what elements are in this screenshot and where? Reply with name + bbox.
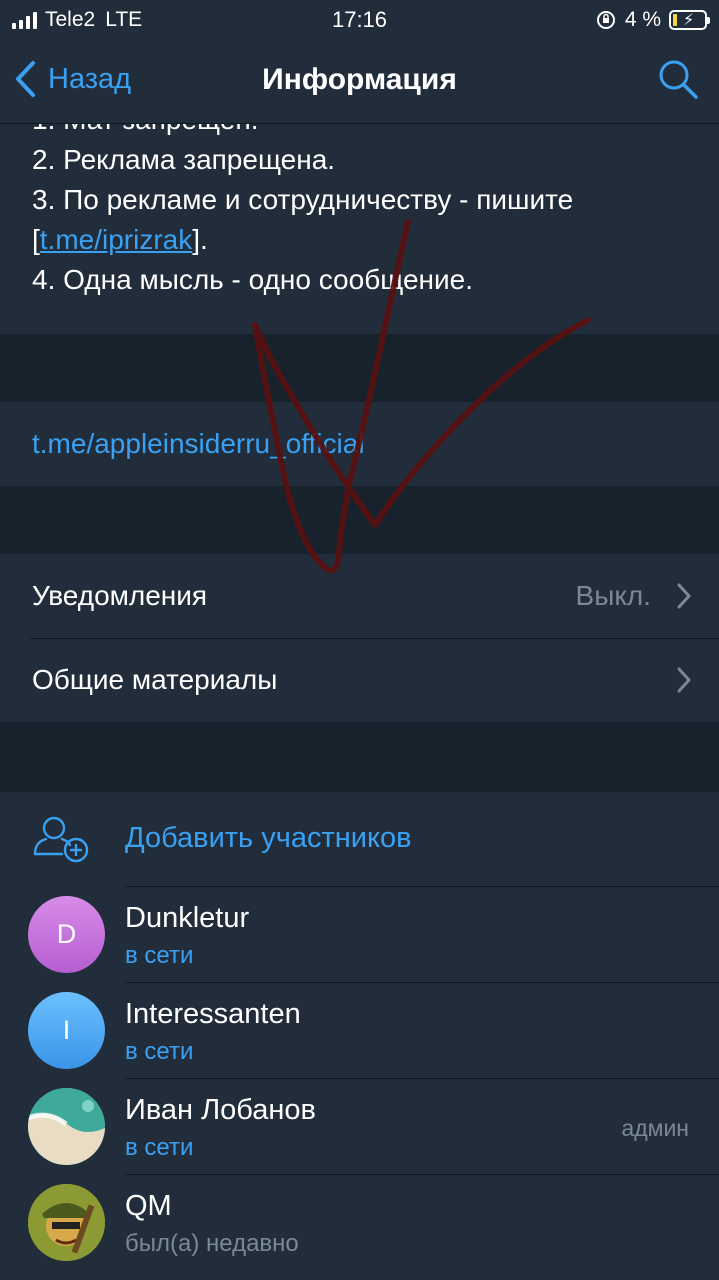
notifications-label: Уведомления xyxy=(32,580,208,611)
avatar-initial: D xyxy=(56,919,77,949)
member-status: в сети xyxy=(125,1038,194,1065)
bracket-open: [ xyxy=(32,224,40,255)
avatar-initial: I xyxy=(62,1015,71,1045)
add-members-label: Добавить участников xyxy=(125,822,412,854)
status-bar: Tele2 LTE 17:16 4 % ⚡ xyxy=(0,0,719,40)
beach-photo-icon xyxy=(28,1088,105,1165)
shared-media-label: Общие материалы xyxy=(32,664,278,695)
member-status: был(а) недавно xyxy=(125,1230,299,1257)
channel-link[interactable]: t.me/appleinsiderru_official xyxy=(0,402,719,486)
avatar: I xyxy=(28,992,105,1069)
member-row[interactable]: I Interessanten в сети xyxy=(0,982,719,1078)
admin-badge: админ xyxy=(621,1115,689,1141)
group-description: 1. Мат запрещен. 2. Реклама запрещена. 3… xyxy=(0,124,719,334)
member-row[interactable]: QM был(а) недавно xyxy=(0,1174,719,1270)
member-name: QM xyxy=(125,1190,172,1222)
chevron-right-icon xyxy=(677,667,691,693)
members-section: Добавить участников D Dunkletur в сети I… xyxy=(0,792,719,1280)
chevron-right-icon xyxy=(677,583,691,609)
member-status: в сети xyxy=(125,942,194,969)
contact-link[interactable]: t.me/iprizrak xyxy=(40,224,192,255)
rule-line-3: 3. По рекламе и сотрудничеству - пишите xyxy=(32,184,574,215)
search-icon[interactable] xyxy=(657,58,699,100)
member-row[interactable]: D Dunkletur в сети xyxy=(0,886,719,982)
member-name: Interessanten xyxy=(125,998,301,1030)
add-user-icon xyxy=(33,816,89,863)
rule-line-4: 4. Одна мысль - одно сообщение. xyxy=(32,264,473,295)
nav-bar: Назад Информация xyxy=(0,40,719,124)
notifications-row[interactable]: Уведомления Выкл. xyxy=(0,554,719,638)
bracket-close: ]. xyxy=(192,224,208,255)
settings-section: Уведомления Выкл. Общие материалы xyxy=(0,554,719,722)
cartoon-avatar-icon xyxy=(28,1184,105,1261)
avatar: D xyxy=(28,896,105,973)
section-gap xyxy=(0,334,719,402)
member-name: Dunkletur xyxy=(125,902,250,934)
shared-media-row[interactable]: Общие материалы xyxy=(0,638,719,722)
page-title: Информация xyxy=(262,63,457,96)
member-name: Иван Лобанов xyxy=(125,1094,316,1126)
avatar-photo xyxy=(28,1088,105,1165)
clock: 17:16 xyxy=(331,7,388,32)
rule-line-1: 1. Мат запрещен. xyxy=(32,124,719,140)
avatar-photo xyxy=(28,1184,105,1261)
add-members-button[interactable]: Добавить участников xyxy=(0,792,719,886)
section-gap xyxy=(0,486,719,554)
member-status: в сети xyxy=(125,1134,194,1161)
rule-line-3-cont: [t.me/iprizrak]. xyxy=(32,220,719,260)
section-gap xyxy=(0,722,719,792)
rule-line-2: 2. Реклама запрещена. xyxy=(32,144,336,175)
battery-icon: ⚡ xyxy=(669,10,710,30)
member-row[interactable]: Иван Лобанов в сети админ xyxy=(0,1078,719,1174)
notifications-value: Выкл. xyxy=(575,580,651,611)
